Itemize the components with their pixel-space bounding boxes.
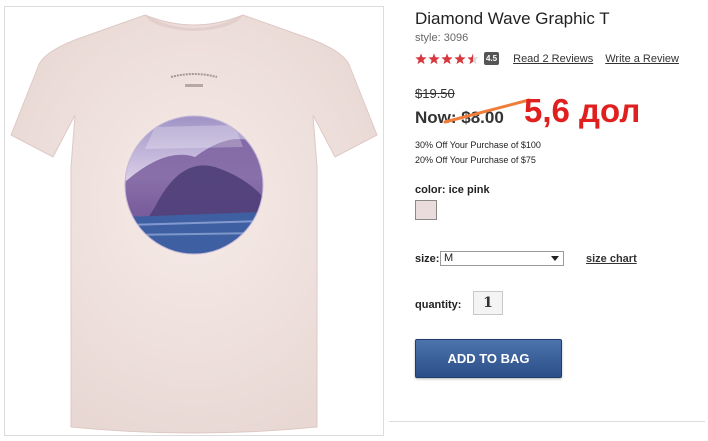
star-rating (415, 53, 480, 65)
rating-badge: 4.5 (484, 52, 500, 65)
color-label-text: color: (415, 184, 446, 196)
quantity-label: quantity: (415, 299, 462, 311)
tshirt-image (10, 14, 378, 434)
star-icon (454, 53, 466, 64)
product-title: Diamond Wave Graphic T (415, 9, 610, 28)
product-details: Diamond Wave Graphic T style: 3096 4.5 R… (389, 0, 705, 441)
promo-text: 30% Off Your Purchase of $100 (415, 140, 541, 150)
quantity-input[interactable]: 1 (473, 291, 503, 315)
color-swatch[interactable] (415, 200, 437, 220)
strikethrough-mark (443, 98, 531, 124)
write-review-link[interactable]: Write a Review (605, 53, 679, 65)
size-select[interactable]: M (440, 251, 564, 266)
color-label: color: ice pink (415, 184, 490, 196)
read-reviews-link[interactable]: Read 2 Reviews (513, 53, 593, 65)
size-chart-link[interactable]: size chart (586, 253, 637, 265)
chevron-down-icon (551, 256, 559, 261)
size-label: size: (415, 253, 440, 265)
product-image[interactable] (4, 6, 384, 436)
rating-row: 4.5 Read 2 Reviews Write a Review (415, 52, 679, 65)
star-icon (467, 53, 479, 64)
promo-text: 20% Off Your Purchase of $75 (415, 155, 536, 165)
color-value: ice pink (448, 184, 490, 196)
add-to-bag-button[interactable]: ADD TO BAG (415, 339, 562, 378)
star-icon (428, 53, 440, 64)
price-annotation: 5,6 дол (524, 92, 641, 129)
star-icon (441, 53, 453, 64)
style-number: style: 3096 (415, 32, 469, 44)
star-icon (415, 53, 427, 64)
divider (389, 421, 705, 422)
size-selected: M (444, 252, 454, 264)
